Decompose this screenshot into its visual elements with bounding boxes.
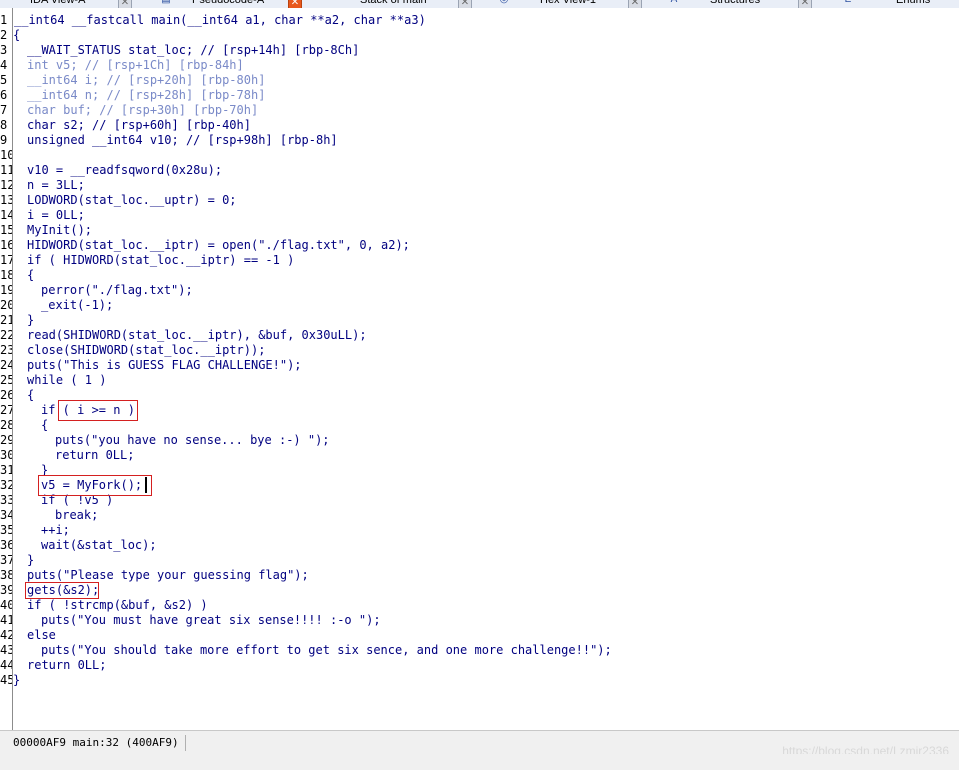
address-indicator: 00000AF9 main:32 (400AF9)	[10, 735, 186, 751]
tab-enums[interactable]: Enums	[896, 0, 930, 8]
pseudocode-icon: ▤	[160, 0, 172, 6]
bottom-strip	[0, 754, 959, 770]
tab-stack-of-main[interactable]: Stack of main	[360, 0, 427, 8]
tab-pseudocode-a[interactable]: Pseudocode-A	[192, 0, 264, 8]
text-cursor	[145, 477, 147, 493]
tab-structures[interactable]: Structures	[710, 0, 760, 8]
highlight-box-myfork	[38, 475, 152, 496]
enums-icon: E	[842, 0, 854, 6]
tab-hex-view-1[interactable]: Hex View-1	[540, 0, 596, 8]
gutter-divider	[12, 8, 13, 730]
hex-view-icon: ◎	[498, 0, 510, 6]
function-signature: __int64 __fastcall main(__int64 a1, char…	[14, 13, 426, 27]
highlight-box-gets	[25, 582, 99, 599]
structures-icon: A	[668, 0, 680, 6]
highlight-box-loop-condition	[58, 400, 138, 421]
tab-ida-view-a[interactable]: IDA View-A	[30, 0, 85, 8]
pseudocode-view[interactable]: 1 __int64 __fastcall main(__int64 a1, cha…	[0, 8, 959, 730]
